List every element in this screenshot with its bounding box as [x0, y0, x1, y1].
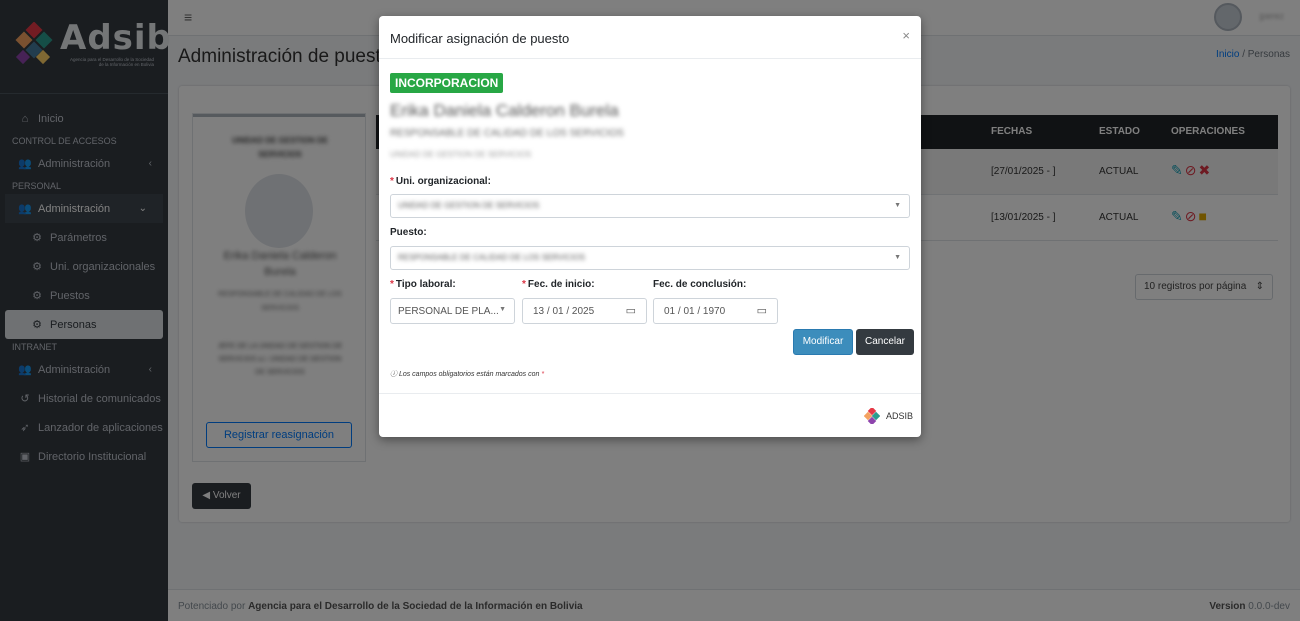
status-badge: INCORPORACION [390, 73, 504, 93]
puesto-value: RESPONSABLE DE CALIDAD DE LOS SERVICIOS [398, 253, 586, 262]
uni-organizacional-label: * Uni. organizacional: [390, 176, 491, 187]
modal-footer: ADSIB [379, 393, 921, 437]
chevron-down-icon: ▼ [894, 254, 901, 261]
required-fields-note: ⓘ Los campos obligatorios están marcados… [390, 371, 545, 378]
uni-organizacional-select[interactable]: UNIDAD DE GESTION DE SERVICIOS ▼ [390, 194, 910, 218]
fecha-inicio-value: 13 / 01 / 2025 [533, 306, 595, 317]
close-icon[interactable]: × [902, 28, 910, 43]
uni-organizacional-value: UNIDAD DE GESTION DE SERVICIOS [398, 201, 540, 210]
info-icon: ⓘ [390, 371, 399, 378]
modal-header: Modificar asignación de puesto × [379, 16, 921, 59]
calendar-icon[interactable]: ▭ [626, 304, 636, 317]
puesto-label: Puesto: [390, 227, 427, 238]
person-name: Erika Daniela Calderon Burela [390, 101, 619, 120]
calendar-icon[interactable]: ▭ [757, 304, 767, 317]
adsib-logo-icon [863, 408, 880, 424]
modify-assignment-modal: Modificar asignación de puesto × INCORPO… [379, 16, 921, 437]
chevron-down-icon: ▼ [894, 202, 901, 209]
tipo-laboral-select[interactable]: PERSONAL DE PLA... ▼ [390, 298, 515, 324]
person-unit: UNIDAD DE GESTION DE SERVICIOS [390, 150, 532, 159]
person-role: RESPONSABLE DE CALIDAD DE LOS SERVICIOS [390, 128, 624, 139]
tipo-laboral-value: PERSONAL DE PLA... [398, 306, 499, 317]
cancel-button[interactable]: Cancelar [856, 329, 914, 355]
puesto-select[interactable]: RESPONSABLE DE CALIDAD DE LOS SERVICIOS … [390, 246, 910, 270]
tipo-laboral-label: * Tipo laboral: [390, 279, 456, 290]
footer-brand: ADSIB [863, 408, 913, 424]
modal-title: Modificar asignación de puesto [390, 31, 570, 46]
fecha-conclusion-value: 01 / 01 / 1970 [664, 306, 726, 317]
modify-button[interactable]: Modificar [793, 329, 853, 355]
fecha-conclusion-label: Fec. de conclusión: [653, 279, 747, 290]
fecha-conclusion-input[interactable]: 01 / 01 / 1970 ▭ [653, 298, 778, 324]
fecha-inicio-label: * Fec. de inicio: [522, 279, 595, 290]
chevron-down-icon: ▼ [499, 306, 506, 313]
fecha-inicio-input[interactable]: 13 / 01 / 2025 ▭ [522, 298, 647, 324]
